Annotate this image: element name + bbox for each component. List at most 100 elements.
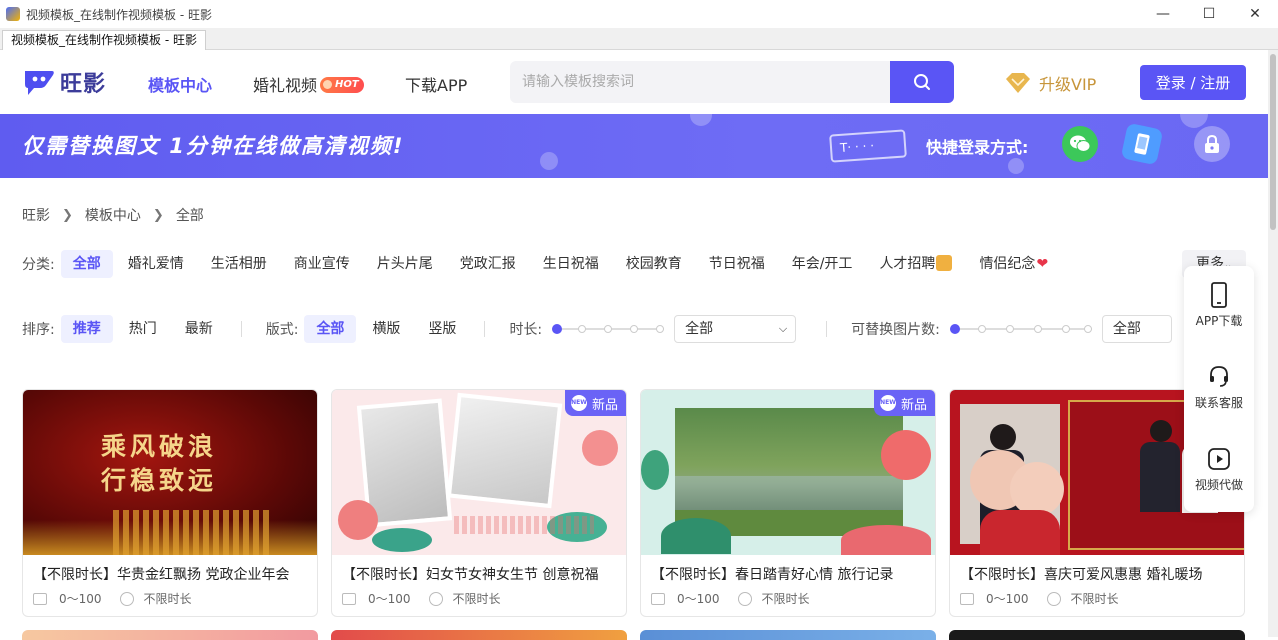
photo-range: 0～100 xyxy=(368,592,411,606)
photo-count-select[interactable]: 全部 xyxy=(1101,315,1172,343)
window-controls: — ☐ ✕ xyxy=(1140,0,1278,28)
template-title[interactable]: 【不限时长】喜庆可爱风惠惠 婚礼暖场 xyxy=(960,564,1202,584)
hot-badge: HOT xyxy=(320,76,364,93)
template-meta: 0～100 不限时长 xyxy=(342,590,501,607)
category-chip-recruit[interactable]: 人才招聘 xyxy=(867,250,964,278)
duration-text: 不限时长 xyxy=(452,592,501,606)
format-landscape[interactable]: 横版 xyxy=(360,315,412,343)
chevron-right-icon: ❯ xyxy=(152,207,164,223)
banner-slogan: 仅需替换图文 1分钟在线做高清视频! xyxy=(22,134,405,158)
clock-icon xyxy=(119,591,134,606)
template-card-peek[interactable] xyxy=(640,630,936,640)
template-title[interactable]: 【不限时长】春日踏青好心情 旅行记录 xyxy=(651,564,893,584)
search-input[interactable] xyxy=(510,61,890,103)
tab-bar: 视频模板_在线制作视频模板 - 旺影 xyxy=(0,28,1278,50)
close-icon[interactable]: ✕ xyxy=(1232,0,1278,28)
sort-recommended[interactable]: 推荐 xyxy=(60,315,113,343)
lock-icon[interactable] xyxy=(1194,126,1230,162)
page-scrollbar[interactable] xyxy=(1268,50,1278,637)
nav-wedding-video[interactable]: 婚礼视频 HOT xyxy=(253,72,364,96)
clock-icon xyxy=(428,591,443,606)
promo-banner[interactable]: 仅需替换图文 1分钟在线做高清视频! T· · · · 快捷登录方式: xyxy=(0,114,1268,178)
category-chip[interactable]: 年会/开工 xyxy=(780,250,865,278)
divider xyxy=(484,321,486,337)
new-badge: NEW 新品 xyxy=(564,390,626,416)
template-card[interactable]: 乘风破浪 行稳致远 【不限时长】华贵金红飘扬 党政企业年会 0～100 不限时长 xyxy=(22,389,318,617)
category-filter: 分类: 全部 婚礼爱情 生活相册 商业宣传 片头片尾 党政汇报 生日祝福 校园教… xyxy=(22,250,1063,278)
app-download-tool[interactable]: APP下载 xyxy=(1184,282,1254,329)
photo-range: 0～100 xyxy=(986,592,1029,606)
sort-hot[interactable]: 热门 xyxy=(117,315,169,343)
browser-tab[interactable]: 视频模板_在线制作视频模板 - 旺影 xyxy=(2,30,206,50)
duration-text: 不限时长 xyxy=(761,592,810,606)
tool-label: 联系客服 xyxy=(1194,396,1243,410)
customer-service-tool[interactable]: 联系客服 xyxy=(1184,364,1254,411)
nav-download-app[interactable]: 下载APP xyxy=(405,72,467,96)
sort-newest[interactable]: 最新 xyxy=(173,315,225,343)
login-register-button[interactable]: 登录 / 注册 xyxy=(1140,65,1246,100)
breadcrumb-template-center[interactable]: 模板中心 xyxy=(85,205,141,225)
category-chip[interactable]: 商业宣传 xyxy=(282,250,362,278)
chevron-right-icon: ❯ xyxy=(62,207,73,223)
image-icon xyxy=(651,592,665,605)
banner-text-tool-graphic: T· · · · xyxy=(829,129,907,163)
category-chip-couple[interactable]: 情侣纪念❤ xyxy=(967,250,1060,278)
thumbnail-caption: 乘风破浪 行稳致远 xyxy=(101,432,218,495)
template-card[interactable]: NEW 新品 【不限时长】妇女节女神女生节 创意祝福 0～100 不限时长 xyxy=(331,389,627,617)
template-card-peek[interactable] xyxy=(22,630,318,640)
duration-label: 时长: xyxy=(509,322,543,338)
new-icon: NEW xyxy=(879,395,896,411)
maximize-icon[interactable]: ☐ xyxy=(1186,0,1232,28)
category-chip[interactable]: 校园教育 xyxy=(614,250,694,278)
quick-login-label: 快捷登录方式: xyxy=(926,138,1029,157)
template-card-peek[interactable] xyxy=(949,630,1245,640)
divider xyxy=(826,321,828,337)
photo-count-slider[interactable] xyxy=(949,324,1092,334)
wechat-icon[interactable] xyxy=(1062,126,1098,162)
category-label: 分类: xyxy=(22,257,55,273)
duration-slider[interactable] xyxy=(552,324,665,334)
nav-template-center[interactable]: 模板中心 xyxy=(148,72,212,96)
phone-icon[interactable] xyxy=(1120,122,1164,166)
site-logo[interactable]: 旺影 xyxy=(22,66,106,98)
photo-count-label: 可替换图片数: xyxy=(851,322,940,338)
search-button[interactable] xyxy=(890,61,954,103)
logo-text: 旺影 xyxy=(60,72,107,97)
tool-label: 视频代做 xyxy=(1194,478,1243,492)
diamond-icon xyxy=(1006,73,1030,93)
duration-select[interactable]: 全部 ⌵ xyxy=(674,315,797,343)
breadcrumb-current: 全部 xyxy=(175,208,204,224)
window-title: 视频模板_在线制作视频模板 - 旺影 xyxy=(26,7,212,22)
category-chip[interactable]: 生日祝福 xyxy=(531,250,611,278)
search-icon xyxy=(914,74,930,90)
template-card-peek[interactable] xyxy=(331,630,627,640)
category-chip[interactable]: 婚礼爱情 xyxy=(116,250,196,278)
category-chip[interactable]: 党政汇报 xyxy=(448,250,528,278)
category-chip[interactable]: 节日祝福 xyxy=(697,250,777,278)
clock-icon xyxy=(737,591,752,606)
template-title[interactable]: 【不限时长】妇女节女神女生节 创意祝福 xyxy=(342,564,598,584)
scrollbar-thumb[interactable] xyxy=(1270,54,1276,230)
headset-icon xyxy=(1207,364,1231,390)
play-icon xyxy=(1207,446,1231,472)
video-service-tool[interactable]: 视频代做 xyxy=(1184,446,1254,493)
category-chip[interactable]: 生活相册 xyxy=(199,250,279,278)
template-meta: 0～100 不限时长 xyxy=(651,590,810,607)
template-thumbnail: 乘风破浪 行稳致远 xyxy=(23,390,317,555)
duration-text: 不限时长 xyxy=(143,592,192,606)
template-card[interactable]: NEW 新品 【不限时长】春日踏青好心情 旅行记录 0～100 不限时长 xyxy=(640,389,936,617)
format-portrait[interactable]: 竖版 xyxy=(416,315,468,343)
photo-range: 0～100 xyxy=(677,592,720,606)
new-icon: NEW xyxy=(570,395,587,411)
mobile-icon xyxy=(1207,282,1231,308)
breadcrumb-home[interactable]: 旺影 xyxy=(22,205,50,225)
search-bar xyxy=(510,61,954,103)
minimize-icon[interactable]: — xyxy=(1140,0,1186,28)
template-meta: 0～100 不限时长 xyxy=(960,590,1119,607)
format-all[interactable]: 全部 xyxy=(304,315,357,343)
template-title[interactable]: 【不限时长】华贵金红飘扬 党政企业年会 xyxy=(33,564,289,584)
category-chip[interactable]: 片头片尾 xyxy=(365,250,445,278)
category-chip-all[interactable]: 全部 xyxy=(60,250,113,278)
upgrade-vip-link[interactable]: 升级VIP xyxy=(1005,71,1096,95)
duration-text: 不限时长 xyxy=(1070,592,1119,606)
